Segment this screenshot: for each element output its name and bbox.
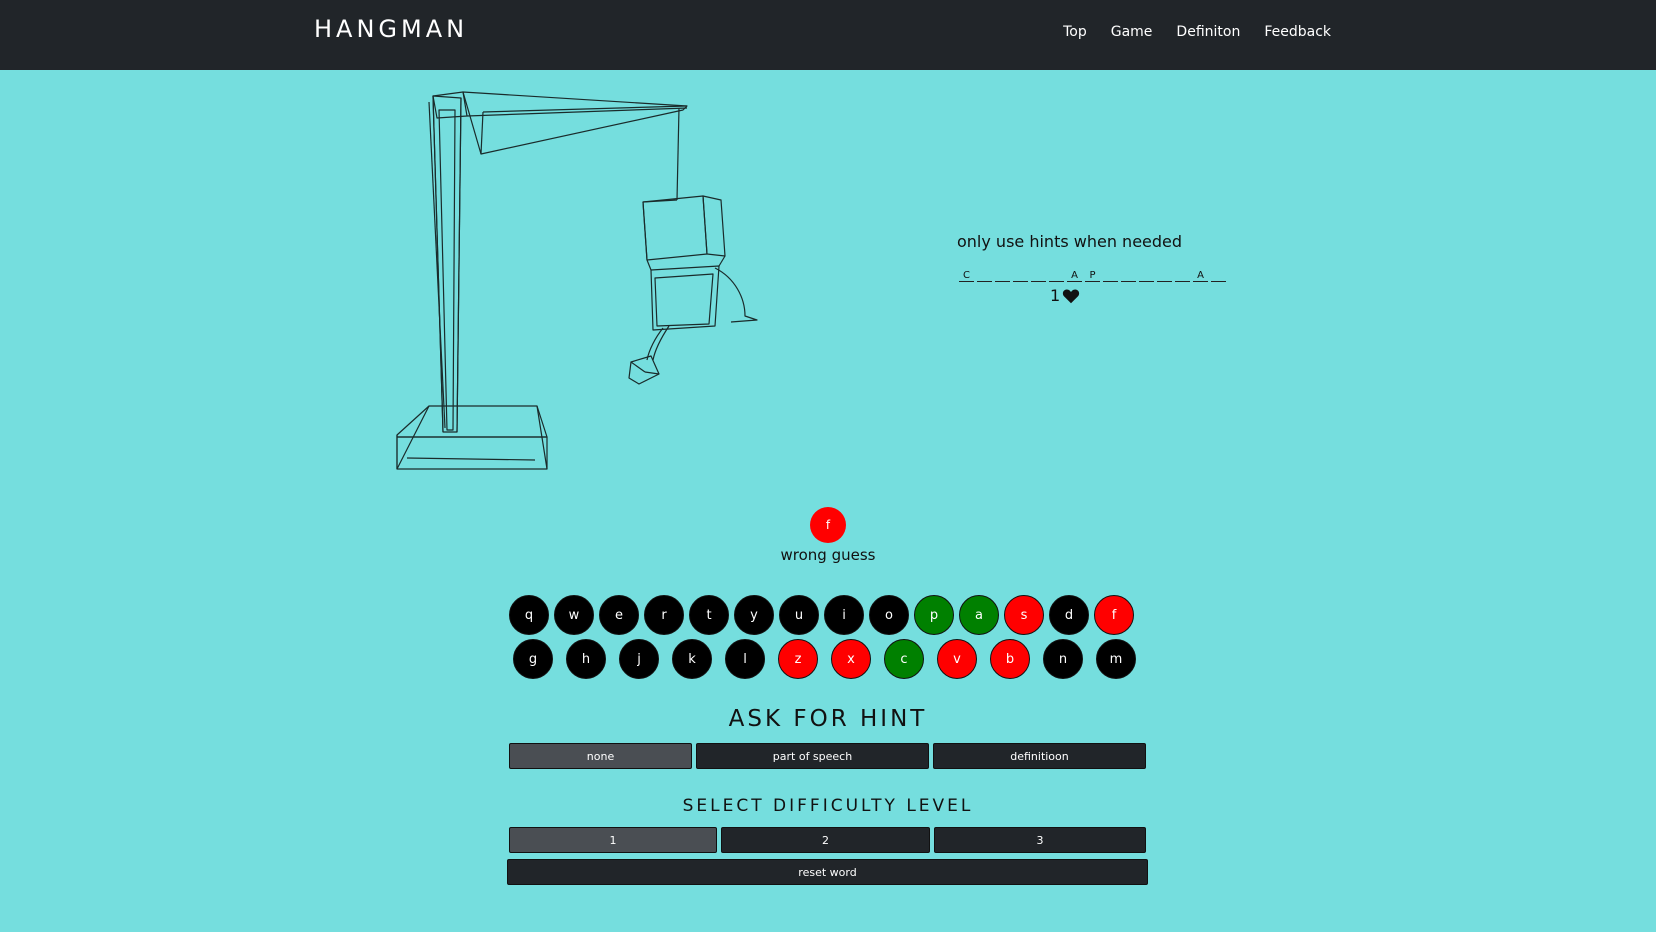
difficulty-3-button[interactable]: 3 [934,827,1146,853]
navbar: HANGMAN Top Game Definiton Feedback [0,0,1656,70]
key-l[interactable]: l [725,639,765,679]
lives-counter: 1 [1050,286,1080,305]
word-letter [1103,270,1118,282]
last-guess-badge: f [810,507,846,543]
hint-note: only use hints when needed [957,232,1183,251]
key-e[interactable]: e [599,595,639,635]
word-letter [1013,270,1028,282]
gallows-beam [462,91,688,155]
hangman-head [642,107,726,261]
word-letter [1049,270,1064,282]
key-q[interactable]: q [509,595,549,635]
hangman-arm [714,267,758,323]
word-letter: A [1067,270,1082,282]
word-letter [1175,270,1190,282]
word-letter: A [1193,270,1208,282]
keyboard-row-1: qwertyuiopasdf [509,595,1134,635]
word-letter [995,270,1010,282]
difficulty-1-button[interactable]: 1 [509,827,717,853]
key-d[interactable]: d [1049,595,1089,635]
key-x[interactable]: x [831,639,871,679]
key-j[interactable]: j [619,639,659,679]
key-y[interactable]: y [734,595,774,635]
nav-link-top[interactable]: Top [1063,24,1087,40]
key-w[interactable]: w [554,595,594,635]
reset-word-button[interactable]: reset word [507,859,1148,885]
lives-count: 1 [1050,286,1061,305]
hangman-leg [628,325,670,385]
key-r[interactable]: r [644,595,684,635]
hangman-body [646,255,726,331]
hangman-drawing [396,91,758,470]
secret-word: C A P A [959,270,1226,282]
difficulty-title: SELECT DIFFICULTY LEVEL [682,796,974,816]
key-c[interactable]: c [884,639,924,679]
key-f[interactable]: f [1094,595,1134,635]
keyboard-row-2: ghjklzxcvbnm [513,639,1136,679]
guess-status: wrong guess [780,546,876,564]
key-i[interactable]: i [824,595,864,635]
brand-logo[interactable]: HANGMAN [314,15,468,43]
hint-definition-button[interactable]: definitioon [933,743,1146,769]
heart-icon [1063,288,1080,303]
key-a[interactable]: a [959,595,999,635]
key-b[interactable]: b [990,639,1030,679]
hint-none-button[interactable]: none [509,743,692,769]
word-letter [977,270,992,282]
gallows-base [396,405,548,470]
word-letter [1139,270,1154,282]
hint-part-of-speech-button[interactable]: part of speech [696,743,929,769]
nav-link-feedback[interactable]: Feedback [1264,24,1331,40]
hint-title: ASK FOR HINT [728,706,928,732]
gallows-pole [428,91,468,433]
word-letter [1031,270,1046,282]
difficulty-2-button[interactable]: 2 [721,827,930,853]
word-letter [1211,270,1226,282]
nav-links: Top Game Definiton Feedback [1063,24,1331,40]
key-m[interactable]: m [1096,639,1136,679]
nav-link-game[interactable]: Game [1111,24,1153,40]
word-letter [1121,270,1136,282]
key-k[interactable]: k [672,639,712,679]
word-letter [1157,270,1172,282]
key-s[interactable]: s [1004,595,1044,635]
key-z[interactable]: z [778,639,818,679]
key-u[interactable]: u [779,595,819,635]
key-n[interactable]: n [1043,639,1083,679]
key-g[interactable]: g [513,639,553,679]
key-h[interactable]: h [566,639,606,679]
key-v[interactable]: v [937,639,977,679]
key-t[interactable]: t [689,595,729,635]
word-letter: C [959,270,974,282]
key-p[interactable]: p [914,595,954,635]
word-letter: P [1085,270,1100,282]
nav-link-definition[interactable]: Definiton [1176,24,1240,40]
key-o[interactable]: o [869,595,909,635]
